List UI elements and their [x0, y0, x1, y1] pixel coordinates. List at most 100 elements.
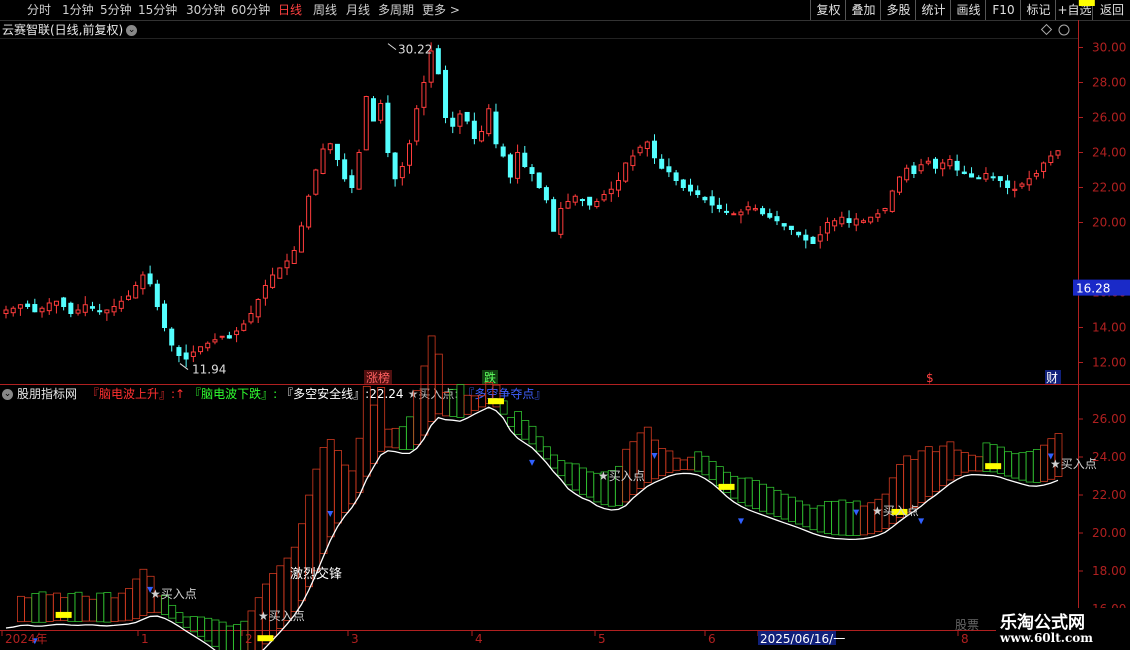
wave-step — [960, 452, 969, 473]
period-tab-4[interactable]: 30分钟 — [186, 2, 225, 18]
candle-body — [817, 234, 823, 242]
wave-step — [780, 493, 789, 520]
wave-step — [528, 425, 537, 445]
wave-step — [679, 459, 688, 471]
candle-body — [111, 306, 117, 313]
time-tick-label: 6 — [708, 632, 716, 646]
toolbar-button-5[interactable]: F10 — [985, 0, 1021, 20]
candle-body — [997, 176, 1003, 181]
candle-body — [291, 250, 297, 264]
indicator-legend-4: 『多空争夺点』 — [462, 387, 547, 401]
toolbar-button-0[interactable]: 复权 — [810, 0, 846, 20]
indicator-menu-icon[interactable]: ⌄ — [2, 389, 13, 400]
candle-body — [860, 220, 866, 223]
period-tab-3[interactable]: 15分钟 — [138, 2, 177, 18]
stock-name-label: 云赛智联(日线,前复权) — [2, 23, 124, 37]
chart-canvas[interactable]: 30.00 28.00 26.00 24.00 22.00 20.00 16.00 14.00… — [0, 0, 1130, 650]
candle-body — [853, 218, 859, 226]
toolbar-button-7[interactable]: +自选 — [1055, 0, 1093, 20]
chevron-down-icon[interactable]: ⌄ — [126, 25, 138, 36]
period-tab-0[interactable]: 分时 — [27, 2, 51, 18]
candle-body — [3, 309, 9, 314]
toolbar-button-2[interactable]: 多股 — [880, 0, 916, 20]
price-tick-label: 14.00 — [1092, 321, 1126, 335]
settings-icon — [1058, 24, 1070, 36]
period-tab-6[interactable]: 日线 — [278, 2, 302, 18]
wave-step — [67, 593, 76, 622]
wave-step — [701, 455, 710, 476]
wave-step — [694, 451, 703, 472]
candle-body — [846, 218, 852, 224]
toolbar-button-1[interactable]: 叠加 — [845, 0, 881, 20]
wave-step — [168, 604, 177, 619]
wave-step — [939, 445, 948, 487]
wave-step — [348, 470, 357, 505]
period-tab-2[interactable]: 5分钟 — [100, 2, 132, 18]
period-tab-1[interactable]: 1分钟 — [62, 2, 94, 18]
wave-step — [917, 450, 926, 503]
wave-step — [434, 353, 443, 415]
blue-triangle — [147, 586, 154, 593]
price-tick-label: 26.00 — [1092, 111, 1126, 125]
candle-body — [298, 225, 304, 253]
wave-step — [225, 625, 234, 650]
toolbar-button-8[interactable]: 返回 — [1092, 0, 1130, 20]
wave-step — [564, 462, 573, 486]
period-tab-7[interactable]: 周线 — [313, 2, 337, 18]
candle-body — [320, 148, 326, 174]
wave-step — [773, 489, 782, 517]
candle-body — [248, 313, 254, 323]
candle-body — [10, 307, 16, 314]
wave-step — [845, 502, 854, 536]
candle-body — [262, 285, 268, 299]
candle-body — [947, 159, 953, 167]
wave-step — [370, 404, 378, 464]
candle-body — [695, 190, 701, 195]
candle-body — [724, 210, 730, 213]
wave-step — [838, 499, 847, 536]
candle-body — [464, 111, 470, 122]
toolbar-button-3[interactable]: 统计 — [915, 0, 951, 20]
time-tick-label: 2024年 — [5, 632, 48, 646]
candle-body — [752, 208, 758, 211]
candle-body — [839, 216, 845, 225]
wave-step — [658, 448, 667, 477]
wave-step — [557, 460, 566, 477]
wave-step — [622, 448, 631, 503]
candle-body — [205, 342, 211, 349]
candle-body — [428, 50, 434, 83]
stock-label: 股票 — [955, 618, 980, 632]
time-tick-label: 3 — [351, 632, 359, 646]
candle-body — [731, 213, 737, 216]
candle-body — [125, 295, 131, 300]
candle-body — [911, 165, 917, 175]
wave-step — [795, 500, 804, 525]
wave-step — [723, 471, 731, 493]
main-chart-title[interactable]: 云赛智联(日线,前复权) ⌄ — [2, 22, 138, 38]
candle-body — [1041, 162, 1047, 172]
candle-body — [810, 236, 816, 245]
candle-body — [46, 302, 52, 312]
candle-body — [97, 310, 103, 313]
period-tab-5[interactable]: 60分钟 — [231, 2, 270, 18]
candle-body — [572, 195, 578, 203]
period-tab-10[interactable]: 更多 > — [422, 2, 460, 18]
wave-step — [103, 592, 112, 623]
toolbar-button-6[interactable]: 标记 — [1020, 0, 1056, 20]
period-tab-8[interactable]: 月线 — [346, 2, 370, 18]
wave-step — [1011, 453, 1020, 479]
period-tab-9[interactable]: 多周期 — [378, 2, 414, 18]
wave-step — [312, 468, 321, 572]
wave-step — [751, 479, 760, 510]
toolbar-button-4[interactable]: 画线 — [950, 0, 986, 20]
wave-step — [1018, 452, 1027, 481]
candle-body — [673, 172, 679, 181]
candle-body — [140, 274, 146, 290]
candle-body — [868, 216, 874, 223]
time-tick-label: 4 — [475, 632, 483, 646]
blue-triangle — [853, 509, 860, 516]
period-toolbar: 分时 1分钟 5分钟 15分钟 30分钟 60分钟 日线 周线 月线 多周期 更多 > 复权 叠加 多股统… — [0, 0, 1130, 21]
wave-step — [506, 417, 515, 428]
wave-step — [81, 595, 90, 622]
blue-triangle — [651, 452, 658, 459]
